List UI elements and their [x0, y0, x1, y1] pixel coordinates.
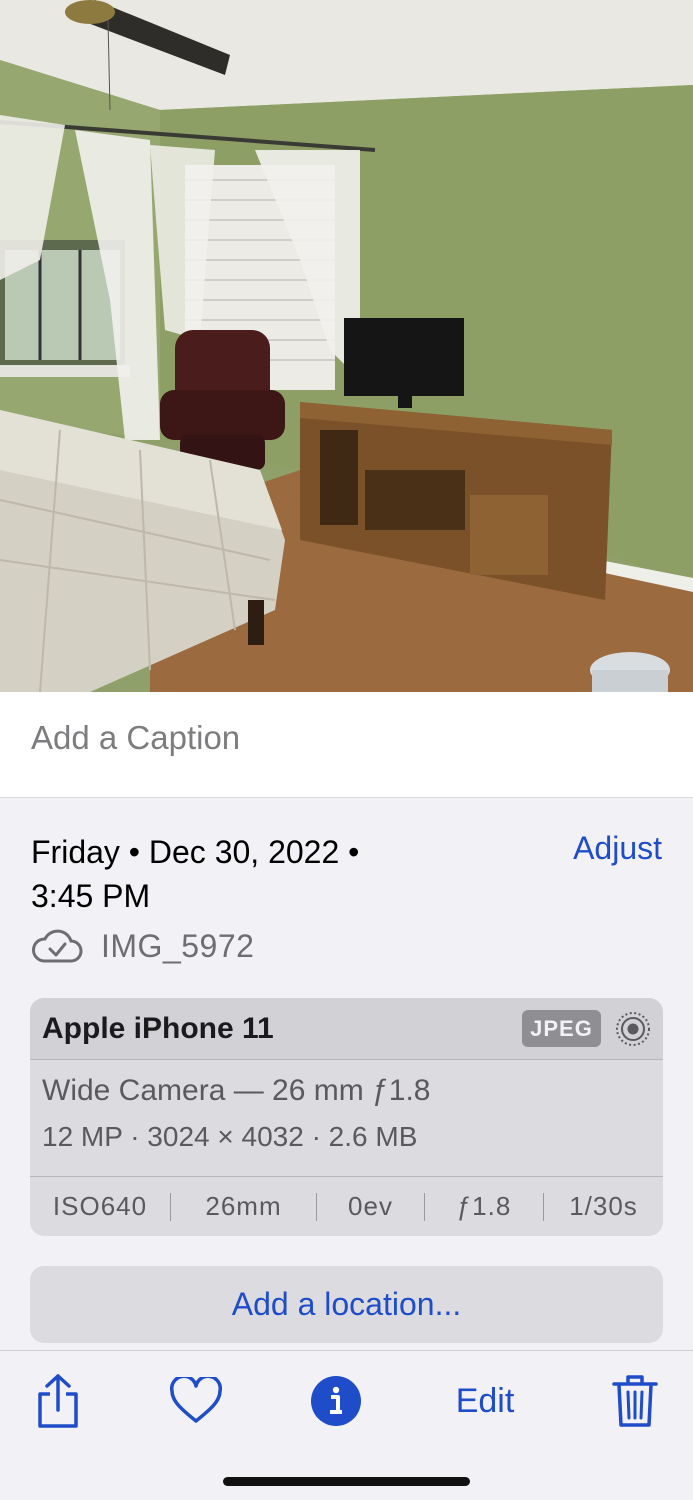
photo-info-panel: Friday • Dec 30, 2022 • 3:45 PM Adjust I… — [0, 798, 693, 1350]
capture-date: Friday • Dec 30, 2022 • 3:45 PM — [31, 830, 451, 918]
add-location-button[interactable]: Add a location... — [30, 1266, 663, 1343]
home-indicator[interactable] — [223, 1477, 470, 1486]
time-line: 3:45 PM — [31, 878, 151, 914]
share-button[interactable] — [32, 1371, 84, 1431]
live-photo-icon[interactable] — [614, 1010, 652, 1048]
trash-icon — [612, 1375, 658, 1427]
camera-info-card: Apple iPhone 11 JPEG Wide Camera — 26 mm… — [30, 998, 663, 1236]
bedroom-photo — [0, 0, 693, 692]
adjust-button[interactable]: Adjust — [573, 830, 662, 867]
icloud-check-icon — [32, 929, 83, 962]
exif-row: ISO640 26mm 0ev ƒ1.8 1/30s — [30, 1176, 663, 1236]
date-line: Friday • Dec 30, 2022 • — [31, 834, 360, 870]
edit-button[interactable]: Edit — [445, 1371, 525, 1431]
caption-field[interactable]: Add a Caption — [0, 692, 693, 798]
bottom-toolbar: Edit — [0, 1350, 693, 1500]
exif-aperture: ƒ1.8 — [456, 1191, 512, 1221]
exif-shutter-speed: 1/30s — [569, 1191, 638, 1221]
format-badge: JPEG — [522, 1010, 601, 1047]
delete-button[interactable] — [610, 1371, 660, 1431]
image-specs: 12 MP · 3024 × 4032 · 2.6 MB — [42, 1121, 418, 1152]
file-info: IMG_5972 — [31, 928, 254, 965]
card-header: Apple iPhone 11 JPEG — [30, 998, 663, 1060]
info-button[interactable] — [310, 1371, 362, 1431]
exif-focal-length: 26mm — [205, 1191, 282, 1221]
caption-placeholder[interactable]: Add a Caption — [31, 719, 240, 757]
info-icon — [311, 1376, 361, 1426]
heart-icon — [170, 1377, 222, 1423]
exif-iso: ISO640 — [52, 1191, 148, 1221]
filename: IMG_5972 — [101, 928, 255, 964]
exif-exposure-value: 0ev — [348, 1191, 393, 1221]
device-name: Apple iPhone 11 — [42, 1012, 274, 1045]
share-icon — [38, 1374, 78, 1428]
favorite-button[interactable] — [168, 1371, 224, 1431]
edit-label: Edit — [455, 1381, 515, 1420]
add-location-label: Add a location... — [231, 1286, 462, 1322]
lens-info: Wide Camera — 26 mm ƒ1.8 — [42, 1074, 431, 1107]
photo-viewer[interactable] — [0, 0, 693, 692]
